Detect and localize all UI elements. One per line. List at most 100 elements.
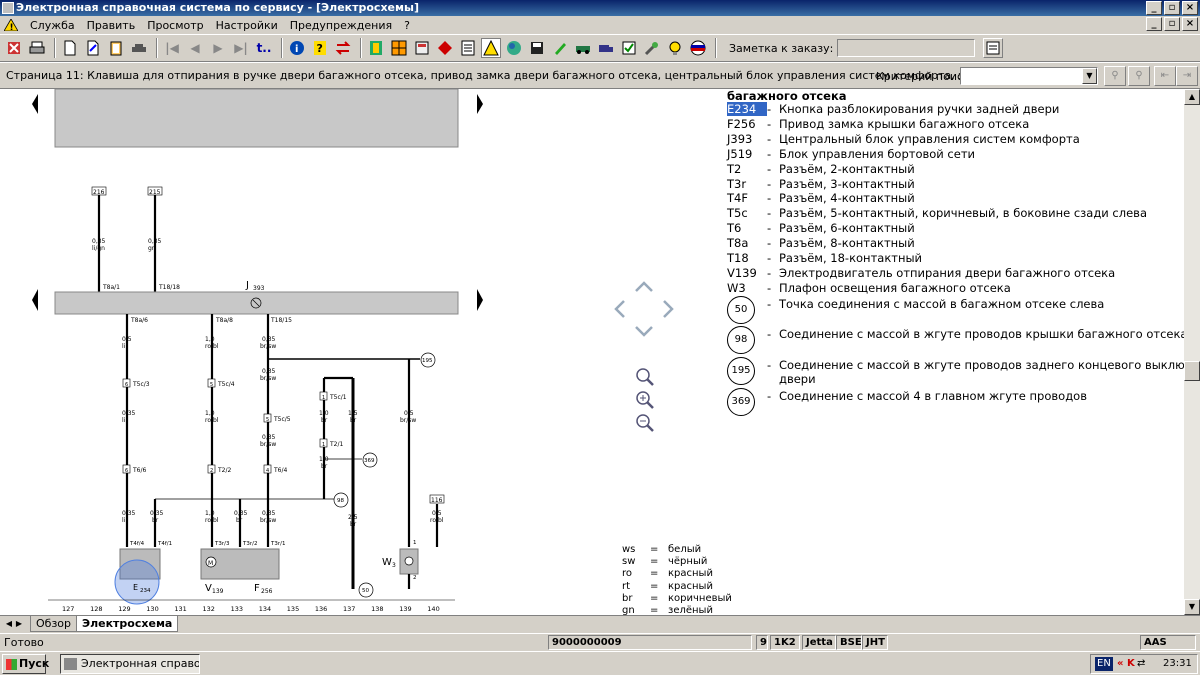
- legend-item[interactable]: J393- Центральный блок управления систем …: [727, 132, 1080, 146]
- note-edit-icon[interactable]: [983, 38, 1004, 58]
- legend-item[interactable]: J519- Блок управления бортовой сети: [727, 147, 975, 161]
- save-icon[interactable]: [527, 38, 547, 58]
- nav-prev-button[interactable]: ⇤: [1154, 66, 1176, 86]
- taskbar-app-button[interactable]: Электронная справо...: [60, 654, 200, 674]
- menu-view[interactable]: Просмотр: [147, 19, 203, 32]
- legend-item[interactable]: W3 - Плафон освещения багажного отсека: [727, 281, 1011, 295]
- scroll-up-icon[interactable]: ▲: [1184, 89, 1200, 105]
- color-code: ws: [622, 544, 636, 555]
- edit-document-icon[interactable]: [83, 38, 103, 58]
- scroll-down-icon[interactable]: ▼: [1184, 599, 1200, 615]
- scroll-right-icon[interactable]: [477, 289, 483, 311]
- grid-icon[interactable]: [389, 38, 409, 58]
- flag-icon[interactable]: [688, 38, 708, 58]
- search-next-button[interactable]: ⚲: [1128, 66, 1150, 86]
- tab-scroll-left-icon[interactable]: ◀: [4, 618, 14, 630]
- legend-item[interactable]: E234- Кнопка разблокирования ручки задней…: [727, 102, 1059, 116]
- color-code-row: ws = белый: [622, 544, 701, 555]
- diamond-icon[interactable]: [435, 38, 455, 58]
- order-note-input[interactable]: [837, 39, 976, 57]
- menu-help[interactable]: ?: [404, 19, 410, 32]
- help-icon[interactable]: ?: [310, 38, 330, 58]
- legend-ground-item[interactable]: - Соединение с массой 4 в главном жгуте п…: [767, 389, 1087, 417]
- tab-overview[interactable]: Обзор: [30, 616, 78, 632]
- menu-warnings[interactable]: Предупреждения: [290, 19, 392, 32]
- antivirus-icon[interactable]: K: [1127, 655, 1135, 673]
- link-icon[interactable]: t..: [254, 38, 274, 58]
- car-icon[interactable]: [129, 38, 149, 58]
- network-icon[interactable]: ⇄: [1137, 655, 1145, 673]
- vehicle-icon[interactable]: [573, 38, 593, 58]
- clipboard-icon[interactable]: [106, 38, 126, 58]
- last-page-icon[interactable]: ▶|: [231, 38, 251, 58]
- start-button[interactable]: Пуск: [2, 654, 49, 674]
- info-icon[interactable]: i: [287, 38, 307, 58]
- search-criteria-select[interactable]: ▼: [960, 67, 1098, 85]
- pan-up-icon[interactable]: [635, 281, 653, 292]
- print-icon[interactable]: [27, 38, 47, 58]
- legend-item[interactable]: T8a - Разъём, 8-контактный: [727, 236, 915, 250]
- menu-settings[interactable]: Настройки: [216, 19, 278, 32]
- prev-page-icon[interactable]: ◀: [185, 38, 205, 58]
- scroll-left-icon[interactable]: [32, 94, 38, 114]
- column-number: 129: [118, 605, 130, 613]
- mdi-restore-button[interactable]: ▫: [1164, 17, 1180, 31]
- globe-icon[interactable]: [504, 38, 524, 58]
- mdi-close-button[interactable]: ×: [1182, 17, 1198, 31]
- legend-code: T4F: [727, 191, 748, 206]
- legend-item[interactable]: F256- Привод замка крышки багажного отсек…: [727, 117, 1029, 131]
- maximize-button[interactable]: ▫: [1164, 1, 1180, 15]
- legend-item[interactable]: T5c - Разъём, 5-контактный, коричневый, в …: [727, 206, 1147, 220]
- tools-icon[interactable]: [642, 38, 662, 58]
- search-button[interactable]: ⚲: [1104, 66, 1126, 86]
- close-button[interactable]: ×: [1182, 1, 1198, 15]
- legend-code: F256: [727, 116, 756, 131]
- tab-scroll-right-icon[interactable]: ▶: [14, 618, 24, 630]
- legend-ground-item[interactable]: - Точка соединения с массой в багажном от…: [767, 297, 1104, 325]
- svg-text:br: br: [350, 417, 357, 424]
- zoom-out-icon[interactable]: [636, 414, 654, 432]
- column-number: 130: [146, 605, 158, 613]
- checklist-icon[interactable]: [619, 38, 639, 58]
- exit-icon[interactable]: [4, 38, 24, 58]
- pan-down-icon[interactable]: [635, 326, 653, 337]
- book-icon[interactable]: [366, 38, 386, 58]
- chevron-down-icon[interactable]: ▼: [1082, 68, 1097, 84]
- zoom-icon[interactable]: [636, 368, 654, 386]
- pencil-icon[interactable]: [550, 38, 570, 58]
- first-page-icon[interactable]: |◀: [162, 38, 182, 58]
- legend-ground-item[interactable]: - Соединение с массой в жгуте проводов за…: [767, 358, 1184, 386]
- scroll-thumb[interactable]: [1184, 361, 1200, 381]
- legend-item[interactable]: T3r - Разъём, 3-контактный: [727, 177, 915, 191]
- legend-item[interactable]: T2 - Разъём, 2-контактный: [727, 162, 915, 176]
- zoom-in-icon[interactable]: [636, 391, 654, 409]
- catalog-icon[interactable]: [412, 38, 432, 58]
- new-document-icon[interactable]: [60, 38, 80, 58]
- legend-ground-item[interactable]: - Соединение с массой в жгуте проводов кр…: [767, 327, 1184, 355]
- tab-schema[interactable]: Электросхема: [76, 616, 179, 632]
- bulb-icon[interactable]: [665, 38, 685, 58]
- tray-icon[interactable]: «: [1117, 655, 1123, 673]
- vertical-scrollbar[interactable]: ▲ ▼: [1184, 89, 1200, 615]
- menu-edit[interactable]: Править: [87, 19, 136, 32]
- swap-icon[interactable]: [333, 38, 353, 58]
- truck-icon[interactable]: [596, 38, 616, 58]
- ground-symbol: 98: [727, 326, 755, 354]
- legend-item[interactable]: T6 - Разъём, 6-контактный: [727, 221, 915, 235]
- language-indicator[interactable]: EN: [1095, 657, 1113, 671]
- scroll-left-icon[interactable]: [32, 289, 38, 311]
- menu-service[interactable]: Служба: [30, 19, 75, 32]
- warning-toolbar-icon[interactable]: [481, 38, 501, 58]
- minimize-button[interactable]: _: [1146, 1, 1162, 15]
- legend-item[interactable]: T18 - Разъём, 18-контактный: [727, 251, 922, 265]
- pan-right-icon[interactable]: [663, 300, 674, 318]
- nav-next-button[interactable]: ⇥: [1176, 66, 1198, 86]
- legend-item[interactable]: V139- Электродвигатель отпирания двери ба…: [727, 266, 1115, 280]
- document-list-icon[interactable]: [458, 38, 478, 58]
- next-page-icon[interactable]: ▶: [208, 38, 228, 58]
- color-name: коричневый: [668, 592, 732, 604]
- scroll-right-icon[interactable]: [477, 94, 483, 114]
- mdi-minimize-button[interactable]: _: [1146, 17, 1162, 31]
- pan-left-icon[interactable]: [614, 300, 625, 318]
- legend-item[interactable]: T4F - Разъём, 4-контактный: [727, 191, 915, 205]
